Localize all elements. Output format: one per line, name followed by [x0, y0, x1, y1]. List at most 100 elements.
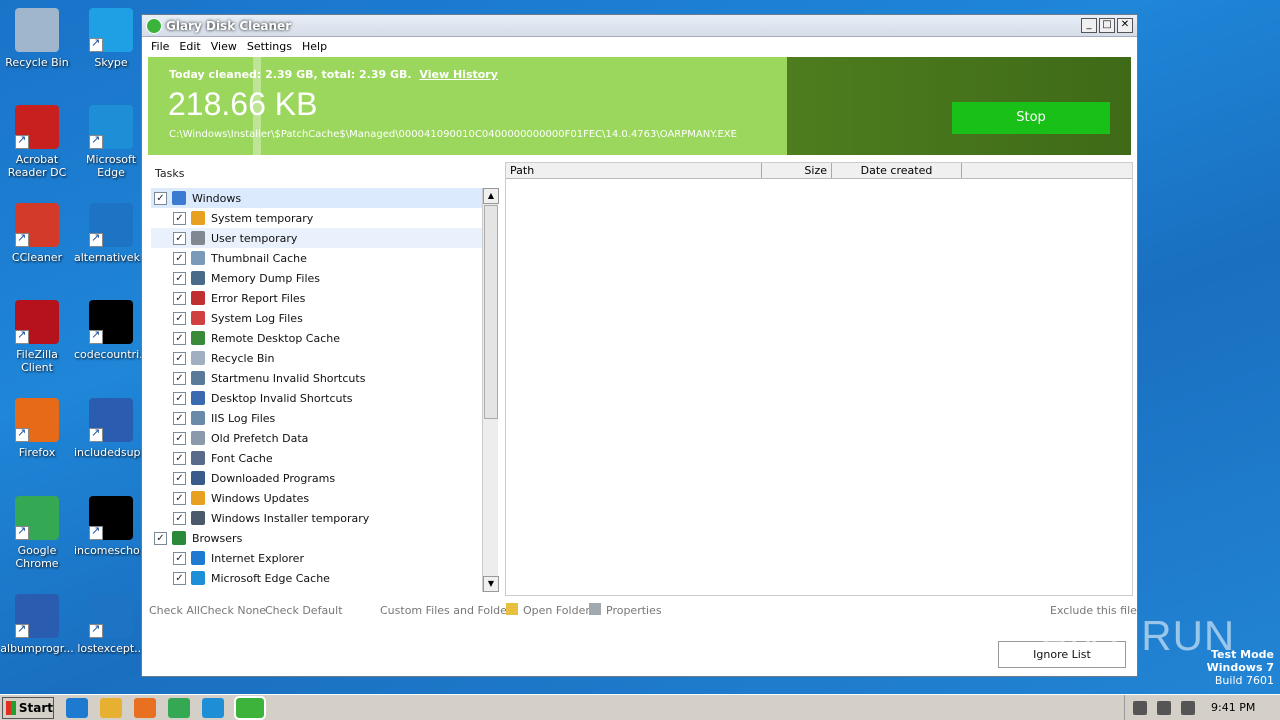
desktop-icon[interactable]: lostexcept...	[74, 594, 148, 655]
flag-icon[interactable]	[1181, 700, 1195, 715]
task-checkbox[interactable]: ✓	[173, 211, 186, 225]
task-icon	[191, 451, 205, 465]
task-item[interactable]: ✓ Windows Installer temporary	[151, 508, 483, 528]
task-item[interactable]: ✓ Memory Dump Files	[151, 268, 483, 288]
column-size[interactable]: Size	[762, 163, 832, 178]
desktop-icon[interactable]: FileZilla Client	[0, 300, 74, 374]
explorer-icon[interactable]	[100, 697, 122, 718]
glary-icon[interactable]	[234, 695, 266, 720]
custom-files-link[interactable]: Custom Files and Folders	[380, 604, 517, 617]
task-checkbox[interactable]: ✓	[173, 511, 186, 525]
stop-button[interactable]: Stop	[952, 102, 1110, 134]
task-label: System Log Files	[211, 311, 303, 325]
menu-help[interactable]: Help	[297, 40, 332, 53]
view-history-link[interactable]: View History	[419, 68, 497, 81]
file-list-panel: Path Size Date created	[505, 162, 1133, 596]
shortcut-arrow-icon	[89, 524, 103, 540]
task-checkbox[interactable]: ✓	[173, 231, 186, 245]
task-item[interactable]: ✓ Downloaded Programs	[151, 468, 483, 488]
task-checkbox[interactable]: ✓	[173, 471, 186, 485]
task-checkbox[interactable]: ✓	[173, 371, 186, 385]
clock[interactable]: 9:41 PM	[1211, 701, 1255, 714]
desktop-icon[interactable]: incomescho...	[74, 496, 150, 557]
open-folder-link[interactable]: Open Folder	[523, 604, 590, 617]
column-date-created[interactable]: Date created	[832, 163, 962, 178]
task-item[interactable]: ✓ Font Cache	[151, 448, 483, 468]
task-checkbox[interactable]: ✓	[154, 531, 167, 545]
volume-icon[interactable]	[1133, 700, 1147, 715]
desktop-icon[interactable]: Google Chrome	[0, 496, 74, 570]
task-checkbox[interactable]: ✓	[173, 311, 186, 325]
scroll-thumb[interactable]	[484, 205, 498, 419]
task-item[interactable]: ✓ Thumbnail Cache	[151, 248, 483, 268]
menu-view[interactable]: View	[206, 40, 242, 53]
task-checkbox[interactable]: ✓	[173, 491, 186, 505]
task-item[interactable]: ✓ Remote Desktop Cache	[151, 328, 483, 348]
desktop-icon-label: Recycle Bin	[5, 56, 69, 69]
desktop-icon[interactable]: Firefox	[0, 398, 74, 459]
scroll-up-button[interactable]: ▲	[483, 188, 499, 204]
task-checkbox[interactable]: ✓	[173, 411, 186, 425]
task-item[interactable]: ✓ Old Prefetch Data	[151, 428, 483, 448]
task-item[interactable]: ✓ Windows	[151, 188, 483, 208]
app-icon	[89, 594, 133, 638]
menu-file[interactable]: File	[146, 40, 174, 53]
task-item[interactable]: ✓ Desktop Invalid Shortcuts	[151, 388, 483, 408]
media-player-icon[interactable]	[134, 697, 156, 718]
desktop-icon[interactable]: codecountri...	[74, 300, 150, 361]
task-item[interactable]: ✓ Windows Updates	[151, 488, 483, 508]
task-checkbox[interactable]: ✓	[173, 351, 186, 365]
check-all-link[interactable]: Check All	[149, 604, 200, 617]
task-item[interactable]: ✓ System Log Files	[151, 308, 483, 328]
check-none-link[interactable]: Check None	[200, 604, 266, 617]
column-path[interactable]: Path	[506, 163, 762, 178]
edge-icon[interactable]	[202, 697, 224, 718]
task-item[interactable]: ✓ System temporary	[151, 208, 483, 228]
close-button[interactable]: ✕	[1117, 18, 1133, 33]
ie-icon[interactable]	[66, 697, 88, 718]
desktop-icon-label: Google Chrome	[15, 544, 59, 570]
task-checkbox[interactable]: ✓	[173, 451, 186, 465]
task-checkbox[interactable]: ✓	[173, 331, 186, 345]
task-item[interactable]: ✓ Internet Explorer	[151, 548, 483, 568]
task-checkbox[interactable]: ✓	[154, 191, 167, 205]
task-item[interactable]: ✓ User temporary	[151, 228, 483, 248]
title-bar[interactable]: Glary Disk Cleaner _ □ ✕	[142, 15, 1137, 37]
task-label: Startmenu Invalid Shortcuts	[211, 371, 366, 385]
desktop-icon-label: Microsoft Edge	[85, 153, 137, 179]
scroll-down-button[interactable]: ▼	[483, 576, 499, 592]
desktop-icon[interactable]: Recycle Bin	[0, 8, 74, 69]
desktop-icon[interactable]: Microsoft Edge	[74, 105, 148, 179]
start-button[interactable]: Start	[2, 696, 54, 719]
maximize-button[interactable]: □	[1099, 18, 1115, 33]
desktop-icon[interactable]: alternativeki...	[74, 203, 153, 264]
minimize-button[interactable]: _	[1081, 18, 1097, 33]
task-item[interactable]: ✓ Browsers	[151, 528, 483, 548]
task-item[interactable]: ✓ Recycle Bin	[151, 348, 483, 368]
task-label: Windows Installer temporary	[211, 511, 370, 525]
task-item[interactable]: ✓ Microsoft Edge Cache	[151, 568, 483, 588]
task-checkbox[interactable]: ✓	[173, 251, 186, 265]
desktop-icon[interactable]: includedsup...	[74, 398, 152, 459]
network-icon[interactable]	[1157, 700, 1171, 715]
desktop-icon-label: includedsup...	[74, 446, 152, 459]
desktop-icon[interactable]: albumprogr...	[0, 594, 74, 655]
check-default-link[interactable]: Check Default	[265, 604, 343, 617]
task-checkbox[interactable]: ✓	[173, 391, 186, 405]
task-item[interactable]: ✓ IIS Log Files	[151, 408, 483, 428]
task-checkbox[interactable]: ✓	[173, 431, 186, 445]
task-item[interactable]: ✓ Startmenu Invalid Shortcuts	[151, 368, 483, 388]
desktop-icon[interactable]: Skype	[74, 8, 148, 69]
task-checkbox[interactable]: ✓	[173, 291, 186, 305]
chrome-icon[interactable]	[168, 697, 190, 718]
task-list-scrollbar[interactable]: ▲ ▼	[482, 188, 499, 592]
desktop-icon[interactable]: Acrobat Reader DC	[0, 105, 74, 179]
menu-edit[interactable]: Edit	[174, 40, 205, 53]
menu-settings[interactable]: Settings	[242, 40, 297, 53]
task-checkbox[interactable]: ✓	[173, 271, 186, 285]
desktop-icon[interactable]: CCleaner	[0, 203, 74, 264]
task-checkbox[interactable]: ✓	[173, 551, 186, 565]
task-item[interactable]: ✓ Error Report Files	[151, 288, 483, 308]
properties-link[interactable]: Properties	[606, 604, 662, 617]
task-checkbox[interactable]: ✓	[173, 571, 186, 585]
